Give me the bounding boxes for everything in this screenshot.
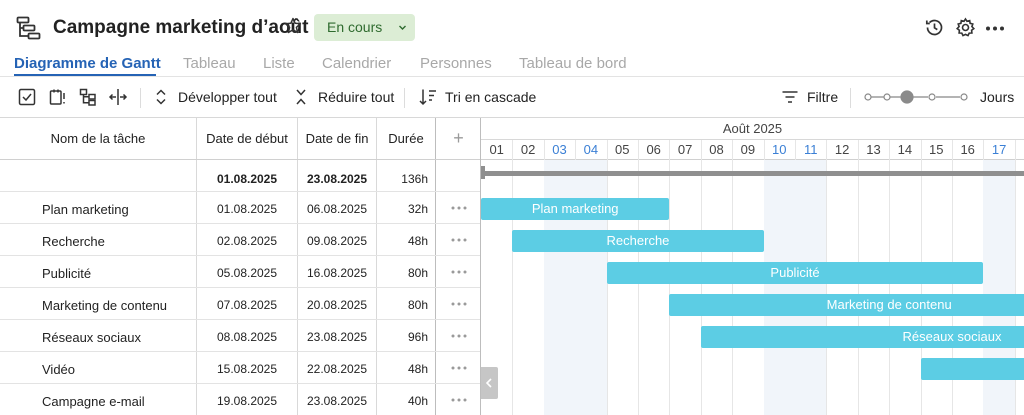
- row-more-icon[interactable]: [451, 398, 467, 402]
- task-duration[interactable]: 48h: [378, 362, 434, 376]
- weekend-column: [795, 160, 827, 415]
- day-label: 03: [552, 142, 567, 157]
- day-label: 13: [866, 142, 881, 157]
- task-duration[interactable]: 48h: [378, 234, 434, 248]
- grid-line: [0, 351, 480, 352]
- project-summary-bar[interactable]: [481, 171, 1024, 176]
- zoom-level-label: Jours: [980, 89, 1015, 105]
- gear-icon[interactable]: [955, 17, 976, 38]
- task-duration[interactable]: 32h: [378, 202, 434, 216]
- task-name[interactable]: Plan marketing: [42, 202, 129, 217]
- day-label: 11: [803, 142, 818, 157]
- day-label: 02: [520, 142, 536, 157]
- task-start-date[interactable]: 01.08.2025: [198, 202, 296, 216]
- project-summary-start-marker: [481, 166, 485, 179]
- task-end-date[interactable]: 23.08.2025: [298, 394, 376, 408]
- grid-line: [0, 383, 480, 384]
- day-label: 07: [677, 142, 693, 157]
- task-name[interactable]: Recherche: [42, 234, 105, 249]
- task-name[interactable]: Vidéo: [42, 362, 75, 377]
- task-start-date[interactable]: 07.08.2025: [198, 298, 296, 312]
- task-duration[interactable]: 80h: [378, 266, 434, 280]
- day-label: 10: [772, 142, 787, 157]
- day-label: 01: [489, 142, 504, 157]
- day-label: 15: [929, 142, 944, 157]
- day-label: 14: [897, 142, 913, 157]
- grid-line: [0, 255, 480, 256]
- day-grid-line: [512, 140, 514, 415]
- task-duration[interactable]: 80h: [378, 298, 434, 312]
- grid-line: [0, 287, 480, 288]
- task-end-date[interactable]: 09.08.2025: [298, 234, 376, 248]
- gantt-task-bar[interactable]: Plan marketing: [481, 198, 670, 220]
- row-more-icon[interactable]: [451, 334, 467, 338]
- day-label: 16: [960, 142, 975, 157]
- more-icon[interactable]: [985, 26, 1005, 31]
- row-more-icon[interactable]: [451, 270, 467, 274]
- row-more-icon[interactable]: [451, 206, 467, 210]
- zoom-slider[interactable]: [864, 89, 972, 105]
- day-label: 17: [991, 142, 1007, 157]
- grid-line: [0, 223, 480, 224]
- day-label: 09: [740, 142, 756, 157]
- task-name[interactable]: Marketing de contenu: [42, 298, 167, 313]
- task-name[interactable]: Réseaux sociaux: [42, 330, 141, 345]
- task-start-date[interactable]: 19.08.2025: [198, 394, 296, 408]
- task-start-date[interactable]: 02.08.2025: [198, 234, 296, 248]
- day-label: 04: [583, 142, 599, 157]
- day-label: 06: [646, 142, 661, 157]
- toolbar-separator: [850, 88, 851, 108]
- task-end-date[interactable]: 22.08.2025: [298, 362, 376, 376]
- weekend-column: [763, 160, 795, 415]
- gantt-task-bar[interactable]: Vidéo: [920, 358, 1024, 380]
- collapse-grid-handle[interactable]: [481, 367, 498, 399]
- row-more-icon[interactable]: [451, 238, 467, 242]
- history-icon[interactable]: [924, 17, 945, 38]
- row-more-icon[interactable]: [451, 366, 467, 370]
- timeline-content: 01 02 03 04 05 06 07 08 09 10 11 12 13 14 15 16 17 Plan m…: [481, 118, 1024, 415]
- filter-button[interactable]: Filtre: [807, 89, 838, 105]
- task-duration[interactable]: 40h: [378, 394, 434, 408]
- gantt-task-bar[interactable]: Recherche: [512, 230, 764, 252]
- task-name[interactable]: Campagne e-mail: [42, 394, 145, 409]
- task-name[interactable]: Publicité: [42, 266, 91, 281]
- day-label: 05: [615, 142, 630, 157]
- gantt-task-bar[interactable]: Réseaux sociaux: [700, 326, 1024, 348]
- task-end-date[interactable]: 06.08.2025: [298, 202, 376, 216]
- gantt-task-bar[interactable]: Marketing de contenu: [669, 294, 1024, 316]
- grid-line: [0, 319, 480, 320]
- task-start-date[interactable]: 05.08.2025: [198, 266, 296, 280]
- day-label: 08: [709, 142, 724, 157]
- task-rows: Plan marketing 01.08.2025 06.08.2025 32h Rec…: [0, 0, 480, 415]
- task-start-date[interactable]: 08.08.2025: [198, 330, 296, 344]
- row-more-icon[interactable]: [451, 302, 467, 306]
- tab-tableau-de-bord[interactable]: Tableau de bord: [519, 55, 627, 72]
- task-start-date[interactable]: 15.08.2025: [198, 362, 296, 376]
- task-end-date[interactable]: 16.08.2025: [298, 266, 376, 280]
- gantt-task-bar[interactable]: Publicité: [606, 262, 984, 284]
- task-duration[interactable]: 96h: [378, 330, 434, 344]
- day-label: 12: [834, 142, 850, 157]
- filter-icon[interactable]: [781, 88, 799, 106]
- gantt-timeline[interactable]: Août 2025 01 02 03 04 05 06 07 08 09 10 11 12 13 14 15…: [481, 118, 1024, 415]
- task-end-date[interactable]: 23.08.2025: [298, 330, 376, 344]
- task-end-date[interactable]: 20.08.2025: [298, 298, 376, 312]
